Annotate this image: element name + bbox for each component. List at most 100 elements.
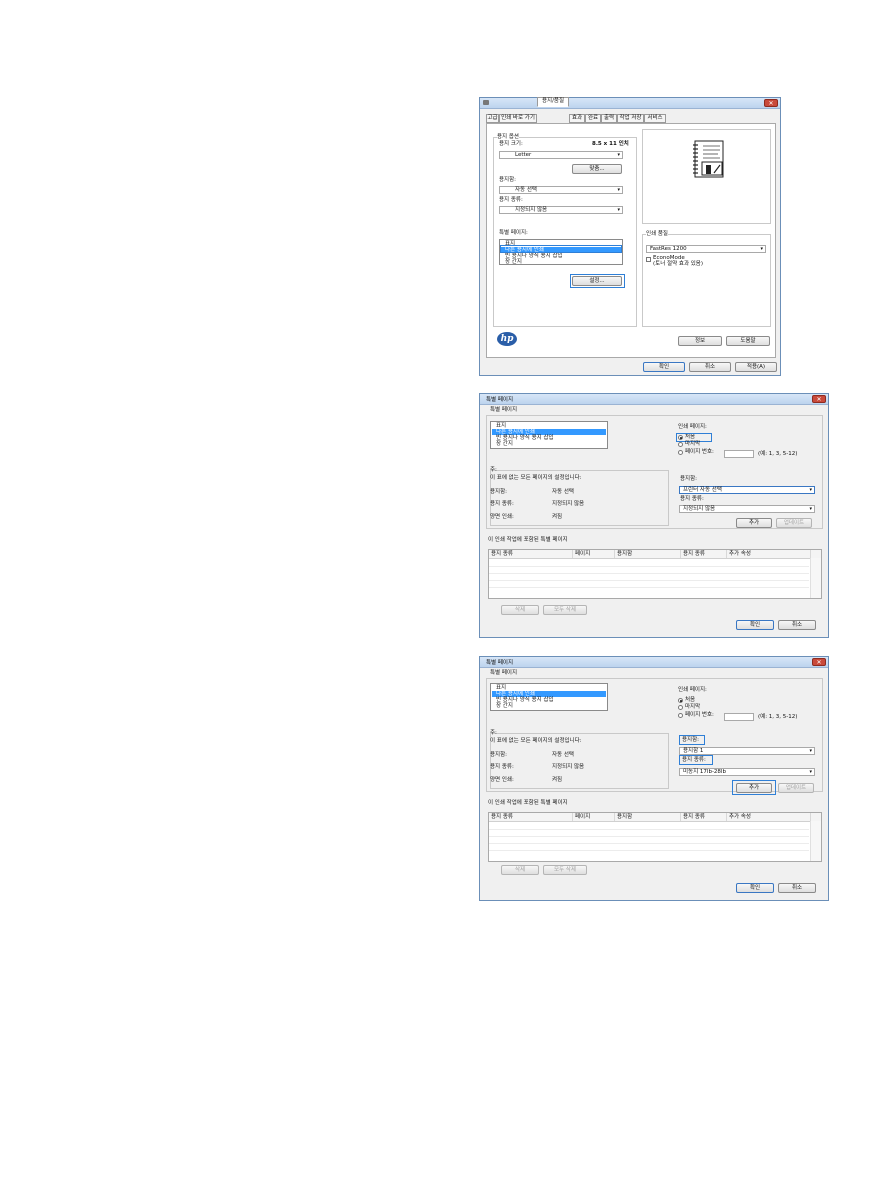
- print-quality-select[interactable]: FastRes 1200 ▾: [646, 245, 766, 253]
- column-header[interactable]: 용지함: [615, 813, 681, 821]
- delete-all-button[interactable]: 모두 삭제: [543, 865, 587, 875]
- page-numbers-input[interactable]: [724, 450, 754, 458]
- radio-last-label: 마지막: [685, 441, 701, 447]
- special-pages-table[interactable]: 용지 종류 페이지 용지함 용지 종류 추가 속성: [488, 549, 822, 599]
- paper-source-select[interactable]: 자동 선택 ▾: [499, 186, 623, 194]
- column-header[interactable]: 용지함: [615, 550, 681, 558]
- radio-last-label: 마지막: [685, 704, 701, 710]
- paper-type-select[interactable]: 지정되지 않음 ▾: [679, 505, 815, 513]
- hp-logo: hp: [497, 332, 517, 346]
- paper-type-label: 용지 종류:: [680, 496, 704, 502]
- economode-checkbox[interactable]: [646, 257, 651, 262]
- duplex-label: 양면 인쇄:: [490, 514, 514, 520]
- chevron-down-icon: ▾: [617, 187, 620, 193]
- apply-button[interactable]: 적용(A): [735, 362, 777, 372]
- paper-source-select[interactable]: 프린터 자동 선택 ▾: [679, 486, 815, 494]
- type-label: 용지 종류:: [490, 764, 514, 770]
- duplex-value: 켜짐: [552, 514, 563, 520]
- list-item[interactable]: 장 간지: [492, 441, 606, 447]
- print-pages-label: 인쇄 페이지:: [678, 424, 707, 430]
- title-bar: 특별 페이지 ✕: [480, 657, 828, 668]
- paper-type-select[interactable]: 미농지 17lb-28lb ▾: [679, 768, 815, 776]
- chevron-down-icon: ▾: [809, 506, 812, 512]
- paper-type-select[interactable]: 지정되지 않음 ▾: [499, 206, 623, 214]
- note-text: 이 표에 없는 모든 페이지의 설정입니다:: [490, 475, 582, 481]
- delete-all-button[interactable]: 모두 삭제: [543, 605, 587, 615]
- chevron-down-icon: ▾: [809, 487, 812, 493]
- list-item[interactable]: 장 간지: [492, 703, 606, 709]
- ok-button[interactable]: 확인: [643, 362, 685, 372]
- table-title: 이 인쇄 작업에 포함된 특별 페이지: [488, 537, 568, 543]
- special-pages-table[interactable]: 용지 종류 페이지 용지함 용지 종류 추가 속성: [488, 812, 822, 862]
- paper-source-label-highlight: [679, 735, 705, 745]
- close-button[interactable]: ✕: [812, 658, 826, 666]
- paper-source-label: 용지함:: [680, 476, 698, 482]
- column-header[interactable]: 추가 속성: [727, 813, 811, 821]
- close-button[interactable]: ✕: [812, 395, 826, 403]
- list-item[interactable]: 장 간지: [501, 259, 621, 265]
- tab-job-storage[interactable]: 작업 저장: [617, 114, 644, 123]
- tab-services[interactable]: 서비스: [644, 114, 666, 123]
- paper-options-title: 용지 옵션: [497, 134, 519, 141]
- table-row[interactable]: [489, 580, 809, 588]
- custom-size-button[interactable]: 맞춤...: [572, 164, 622, 174]
- help-button[interactable]: 도움말: [726, 336, 770, 346]
- selected-item-highlight: [500, 245, 622, 253]
- page-example: (예: 1, 3, 5-12): [758, 451, 798, 457]
- chevron-down-icon: ▾: [809, 769, 812, 775]
- paper-type-label-highlight: [679, 755, 713, 765]
- column-header[interactable]: 용지 종류: [681, 550, 727, 558]
- ok-button[interactable]: 확인: [736, 883, 774, 893]
- tab-paper-quality[interactable]: 용지/품질: [537, 97, 569, 107]
- cancel-button[interactable]: 취소: [778, 883, 816, 893]
- tab-output[interactable]: 출력: [601, 114, 617, 123]
- radio-first[interactable]: [678, 698, 683, 703]
- close-button[interactable]: ✕: [764, 99, 778, 107]
- table-row[interactable]: [489, 843, 809, 851]
- title-bar: ✕: [480, 98, 780, 109]
- column-header[interactable]: 추가 속성: [727, 550, 811, 558]
- special-pages-list[interactable]: 표지 다른 용지에 인쇄 빈 용지나 양식 용지 삽입 장 간지: [490, 683, 608, 711]
- column-header[interactable]: 용지 종류: [489, 550, 573, 558]
- duplex-value: 켜짐: [552, 777, 563, 783]
- page-example: (예: 1, 3, 5-12): [758, 714, 798, 720]
- delete-button[interactable]: 삭제: [501, 605, 539, 615]
- radio-page-numbers[interactable]: [678, 450, 683, 455]
- column-header[interactable]: 용지 종류: [489, 813, 573, 821]
- delete-button[interactable]: 삭제: [501, 865, 539, 875]
- paper-size-select[interactable]: Letter ▾: [499, 151, 623, 159]
- tab-finishing[interactable]: 완료: [585, 114, 601, 123]
- cancel-button[interactable]: 취소: [689, 362, 731, 372]
- column-header[interactable]: 페이지: [573, 550, 615, 558]
- tab-advanced[interactable]: 고급: [486, 114, 499, 123]
- group-title: 특별 페이지: [490, 670, 518, 676]
- radio-last[interactable]: [678, 442, 683, 447]
- column-header[interactable]: 페이지: [573, 813, 615, 821]
- chevron-down-icon: ▾: [617, 152, 620, 158]
- cancel-button[interactable]: 취소: [778, 620, 816, 630]
- update-button[interactable]: 업데이트: [776, 518, 812, 528]
- special-pages-list[interactable]: 표지 다른 용지에 인쇄 빈 용지나 양식 용지 삽입 장 간지: [490, 421, 608, 449]
- radio-last[interactable]: [678, 705, 683, 710]
- printer-properties-dialog: ✕ 고급 인쇄 바로 가기 용지/품질 효과 완료 출력 작업 저장 서비스 용…: [479, 97, 781, 376]
- chevron-down-icon: ▾: [617, 207, 620, 213]
- add-button[interactable]: 추가: [736, 518, 772, 528]
- print-quality-label: 인쇄 품질: [646, 231, 668, 238]
- about-button[interactable]: 정보: [678, 336, 722, 346]
- type-value: 지정되지 않음: [552, 764, 585, 770]
- column-header[interactable]: 용지 종류: [681, 813, 727, 821]
- update-button[interactable]: 업데이트: [778, 783, 814, 793]
- paper-size-value: 8.5 x 11 인치: [592, 141, 629, 147]
- paper-source-select[interactable]: 용지함 1 ▾: [679, 747, 815, 755]
- table-scrollbar[interactable]: [810, 558, 821, 598]
- paper-type-label: 용지 종류:: [499, 197, 523, 203]
- tab-effects[interactable]: 효과: [569, 114, 585, 123]
- ok-button[interactable]: 확인: [736, 620, 774, 630]
- special-pages-label: 특별 페이지:: [499, 230, 528, 236]
- page-numbers-input[interactable]: [724, 713, 754, 721]
- note-text: 이 표에 없는 모든 페이지의 설정입니다:: [490, 738, 582, 744]
- tab-printing-shortcuts[interactable]: 인쇄 바로 가기: [499, 114, 537, 123]
- radio-page-numbers[interactable]: [678, 713, 683, 718]
- tab-content-panel: 용지 옵션 용지 크기: 8.5 x 11 인치 Letter ▾ 맞춤... 용…: [486, 123, 776, 358]
- table-scrollbar[interactable]: [810, 821, 821, 861]
